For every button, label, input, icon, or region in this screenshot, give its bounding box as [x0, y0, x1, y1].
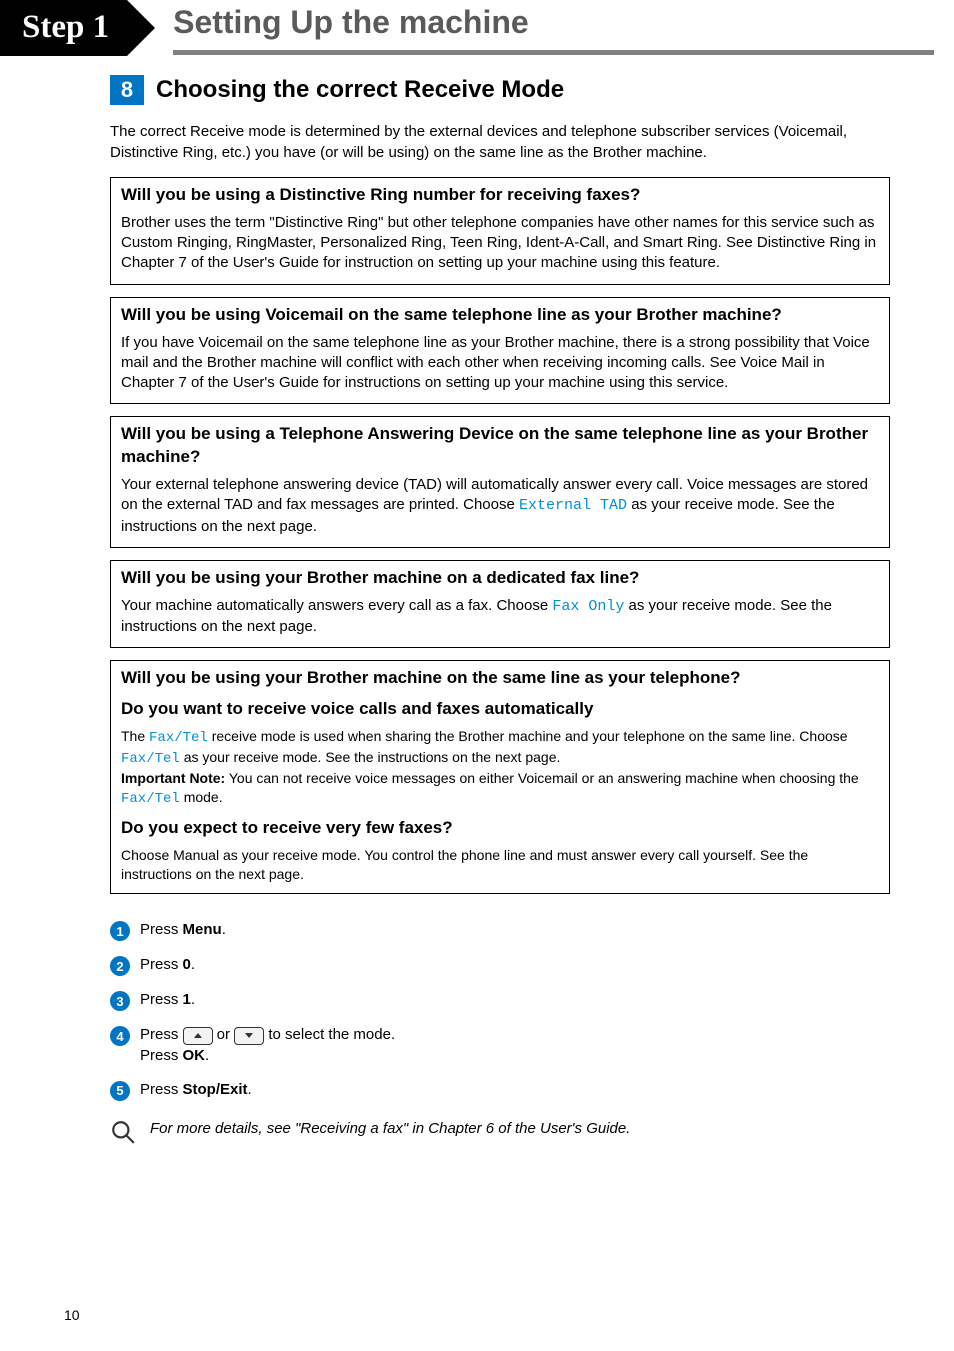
question-body: Your external telephone answering device… [121, 475, 879, 537]
magnifying-glass-icon [110, 1119, 136, 1151]
step-3: 3 Press 1. [110, 990, 890, 1011]
reference-note-text: For more details, see "Receiving a fax" … [150, 1119, 890, 1139]
question-title: Will you be using your Brother machine o… [121, 567, 879, 590]
text: receive mode is used when sharing the Br… [208, 728, 848, 744]
step-bullet-icon: 3 [110, 991, 130, 1011]
question-body: The Fax/Tel receive mode is used when sh… [121, 727, 879, 809]
text: Press [140, 991, 183, 1008]
section-intro: The correct Receive mode is determined b… [110, 122, 890, 163]
question-subtitle: Do you want to receive voice calls and f… [121, 698, 879, 721]
text: . [248, 1081, 252, 1098]
mono-fax-only: Fax Only [552, 598, 624, 615]
step-text: Press 0. [140, 955, 890, 975]
text: . [191, 991, 195, 1008]
key-menu: Menu [183, 921, 222, 938]
step-text: Press or to select the mode. Press OK. [140, 1025, 890, 1066]
content-area: 8 Choosing the correct Receive Mode The … [0, 74, 954, 1151]
text: You can not receive voice messages on ei… [225, 770, 859, 786]
text: . [222, 921, 226, 938]
step-text: Press 1. [140, 990, 890, 1010]
chevron-right-icon [127, 0, 155, 56]
header-title-wrap: Setting Up the machine [173, 1, 934, 55]
text: Press [140, 1047, 183, 1064]
text: The [121, 728, 149, 744]
step-bullet-icon: 4 [110, 1026, 130, 1046]
text: or [213, 1026, 235, 1043]
text: Your machine automatically answers every… [121, 597, 552, 614]
step-text: Press Menu. [140, 920, 890, 940]
step-text: Press Stop/Exit. [140, 1080, 890, 1100]
section-heading: 8 Choosing the correct Receive Mode [110, 74, 890, 106]
mono-faxtel: Fax/Tel [121, 751, 180, 767]
key-stop-exit: Stop/Exit [183, 1081, 248, 1098]
text: Press [140, 956, 183, 973]
step-2: 2 Press 0. [110, 955, 890, 976]
question-title: Will you be using a Distinctive Ring num… [121, 184, 879, 207]
arrow-up-icon [183, 1027, 213, 1045]
important-note-label: Important Note: [121, 770, 225, 786]
question-box-voicemail: Will you be using Voicemail on the same … [110, 297, 890, 405]
question-body: If you have Voicemail on the same teleph… [121, 333, 879, 394]
step-5: 5 Press Stop/Exit. [110, 1080, 890, 1101]
key-0: 0 [183, 956, 191, 973]
question-title: Will you be using a Telephone Answering … [121, 423, 879, 469]
text: Press [140, 1081, 183, 1098]
question-body: Brother uses the term "Distinctive Ring"… [121, 213, 879, 274]
page-title: Setting Up the machine [173, 1, 934, 44]
step-tab: Step 1 [0, 0, 127, 56]
section-number-box: 8 [110, 75, 144, 105]
mono-faxtel: Fax/Tel [121, 791, 180, 807]
text: . [205, 1047, 209, 1064]
step-4: 4 Press or to select the mode. Press OK. [110, 1025, 890, 1066]
text: mode. [180, 789, 223, 805]
text: as your receive mode. See the instructio… [180, 749, 561, 765]
step-bullet-icon: 2 [110, 956, 130, 976]
text: Press [140, 921, 183, 938]
text: . [191, 956, 195, 973]
text: to select the mode. [264, 1026, 395, 1043]
question-box-same-line: Will you be using your Brother machine o… [110, 660, 890, 894]
page-number: 10 [64, 1306, 80, 1325]
page-header: Step 1 Setting Up the machine [0, 0, 954, 56]
question-body: Choose Manual as your receive mode. You … [121, 846, 879, 884]
procedure-steps: 1 Press Menu. 2 Press 0. 3 Press 1. 4 Pr… [110, 920, 890, 1101]
mono-external-tad: External TAD [519, 497, 627, 514]
step-bullet-icon: 1 [110, 921, 130, 941]
arrow-down-icon [234, 1027, 264, 1045]
question-subtitle: Do you expect to receive very few faxes? [121, 817, 879, 840]
text: Press [140, 1026, 183, 1043]
question-title: Will you be using Voicemail on the same … [121, 304, 879, 327]
question-title: Will you be using your Brother machine o… [121, 667, 879, 690]
question-box-dedicated-fax: Will you be using your Brother machine o… [110, 560, 890, 648]
question-box-tad: Will you be using a Telephone Answering … [110, 416, 890, 548]
reference-note: For more details, see "Receiving a fax" … [110, 1119, 890, 1151]
step-bullet-icon: 5 [110, 1081, 130, 1101]
key-1: 1 [183, 991, 191, 1008]
step-1: 1 Press Menu. [110, 920, 890, 941]
question-body: Your machine automatically answers every… [121, 596, 879, 638]
key-ok: OK [183, 1047, 206, 1064]
question-box-distinctive-ring: Will you be using a Distinctive Ring num… [110, 177, 890, 285]
section-title: Choosing the correct Receive Mode [156, 74, 564, 106]
mono-faxtel: Fax/Tel [149, 730, 208, 746]
